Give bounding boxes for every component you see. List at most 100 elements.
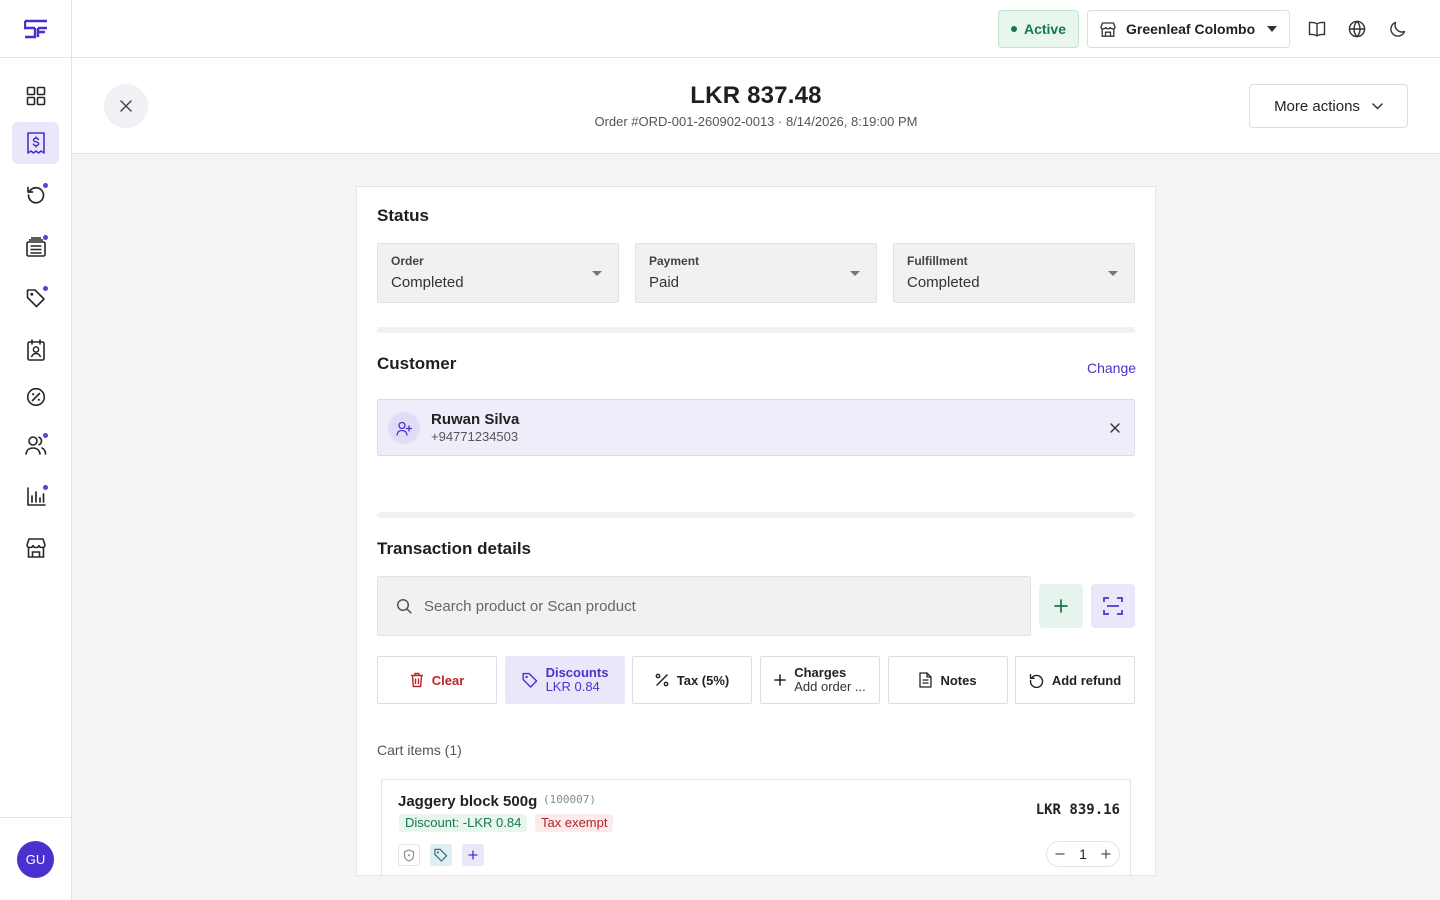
tag-icon — [434, 848, 448, 862]
order-title-block: LKR 837.48 Order #ORD-001-260902-0013 · … — [72, 82, 1440, 129]
add-product-button[interactable] — [1039, 584, 1083, 628]
customer-section-title: Customer — [377, 354, 457, 373]
more-actions-label: More actions — [1274, 97, 1360, 115]
fulfillment-status-label: Fulfillment — [907, 254, 968, 268]
status-section-title: Status — [377, 206, 429, 225]
customer-name: Ruwan Silva — [431, 411, 520, 428]
quantity-stepper[interactable]: 1 — [1046, 841, 1120, 867]
sidebar-item-contacts[interactable] — [12, 329, 59, 371]
moon-icon — [1389, 21, 1405, 37]
status-dot — [1010, 26, 1017, 32]
discounts-value: LKR 0.84 — [545, 679, 600, 694]
percent-icon — [655, 673, 669, 687]
payment-status-select[interactable]: Payment Paid — [635, 243, 877, 303]
charges-label: Charges — [794, 665, 847, 680]
notes-label: Notes — [940, 672, 977, 688]
shield-icon — [403, 848, 415, 862]
sidebar-item-inventory[interactable] — [12, 226, 59, 268]
item-add-option-button[interactable] — [462, 844, 484, 866]
sidebar: GU — [0, 0, 72, 900]
sidebar-item-returns[interactable] — [12, 174, 59, 216]
sidebar-item-stores[interactable] — [12, 527, 59, 569]
quantity-value: 1 — [1079, 846, 1087, 862]
customer-phone: +94771234503 — [431, 429, 519, 444]
plus-icon — [1054, 599, 1068, 613]
order-total: LKR 837.48 — [690, 82, 822, 109]
change-customer-link[interactable]: Change — [1087, 360, 1136, 376]
sidebar-item-orders[interactable] — [12, 122, 59, 164]
section-divider — [377, 327, 1135, 333]
increase-quantity-button[interactable] — [1101, 846, 1111, 862]
decrease-quantity-button[interactable] — [1055, 846, 1065, 862]
add-refund-button[interactable]: Add refund — [1015, 656, 1135, 704]
theme-toggle-button[interactable] — [1382, 14, 1412, 44]
avatar[interactable]: GU — [17, 840, 54, 878]
fulfillment-status-select[interactable]: Fulfillment Completed — [893, 243, 1135, 303]
sidebar-item-products[interactable] — [12, 277, 59, 319]
more-actions-button[interactable]: More actions — [1249, 84, 1408, 128]
customer-avatar — [388, 412, 420, 444]
discounts-label: Discounts — [545, 665, 609, 680]
item-warranty-button[interactable] — [398, 844, 420, 866]
caret-down-icon — [592, 271, 602, 276]
customer-card: Ruwan Silva +94771234503 — [377, 399, 1135, 456]
scan-barcode-icon — [1103, 597, 1123, 615]
charges-sublabel: Add order ... — [794, 679, 866, 694]
item-tax-exempt-badge: Tax exempt — [535, 814, 614, 832]
search-placeholder: Search product or Scan product — [424, 597, 636, 615]
language-button[interactable] — [1342, 14, 1372, 44]
close-icon — [1110, 423, 1120, 433]
section-divider — [377, 512, 1135, 518]
plus-icon — [774, 674, 786, 686]
order-status-select[interactable]: Order Completed — [377, 243, 619, 303]
tag-icon — [26, 289, 45, 308]
notes-button[interactable]: Notes — [888, 656, 1008, 704]
refund-icon — [1029, 673, 1044, 688]
store-name: Greenleaf Colombo — [1126, 21, 1256, 37]
clear-button[interactable]: Clear — [377, 656, 497, 704]
charges-button[interactable]: Charges Add order ... — [760, 656, 880, 704]
trash-icon — [410, 672, 423, 688]
order-header: LKR 837.48 Order #ORD-001-260902-0013 · … — [72, 58, 1440, 154]
scan-product-button[interactable] — [1091, 584, 1135, 628]
fulfillment-status-value: Completed — [907, 274, 980, 291]
receipt-dollar-icon — [26, 132, 45, 154]
sidebar-item-discounts[interactable] — [12, 376, 59, 418]
tax-button[interactable]: Tax (5%) — [632, 656, 752, 704]
cart-items-count: Cart items (1) — [377, 742, 462, 758]
user-plus-icon — [396, 421, 412, 436]
discount-percent-icon — [26, 387, 45, 407]
payment-status-label: Payment — [649, 254, 700, 268]
item-discount-badge: Discount: -LKR 0.84 — [399, 814, 528, 832]
contact-badge-icon — [26, 339, 45, 361]
notification-dot — [43, 183, 48, 188]
store-icon — [1100, 21, 1116, 37]
item-discount-button[interactable] — [430, 844, 452, 866]
dashboard-grid-icon — [26, 86, 45, 106]
store-selector[interactable]: Greenleaf Colombo — [1087, 10, 1290, 48]
product-search-input[interactable]: Search product or Scan product — [377, 576, 1031, 636]
sidebar-item-reports[interactable] — [12, 476, 59, 518]
cart-item: Jaggery block 500g (100007) LKR 839.16 D… — [381, 779, 1131, 875]
sidebar-item-dashboard[interactable] — [12, 75, 59, 117]
discounts-button[interactable]: Discounts LKR 0.84 — [505, 656, 625, 704]
order-status-label: Order — [391, 254, 424, 268]
caret-down-icon — [1267, 26, 1277, 32]
caret-down-icon — [850, 271, 860, 276]
notification-dot — [43, 235, 48, 240]
notification-dot — [43, 433, 48, 438]
plus-icon — [468, 850, 478, 860]
globe-icon — [1348, 20, 1366, 38]
sidebar-item-customers[interactable] — [12, 424, 59, 466]
app-logo[interactable] — [0, 0, 71, 58]
clear-label: Clear — [431, 672, 465, 688]
docs-button[interactable] — [1302, 14, 1332, 44]
item-name: Jaggery block 500g — [398, 793, 538, 810]
item-price: LKR 839.16 — [1035, 802, 1120, 818]
remove-customer-button[interactable] — [1110, 420, 1120, 438]
sidebar-user-area: GU — [0, 817, 71, 900]
topbar: Active Greenleaf Colombo — [72, 0, 1440, 58]
store-icon — [25, 538, 46, 558]
payment-status-value: Paid — [649, 274, 680, 291]
order-meta: Order #ORD-001-260902-0013 · 8/14/2026, … — [594, 114, 918, 129]
